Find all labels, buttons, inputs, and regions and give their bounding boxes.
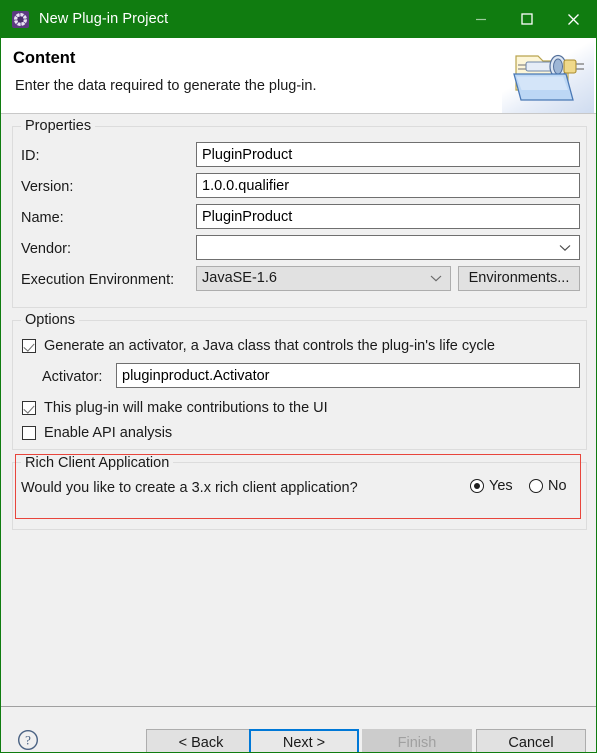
rich-client-group <box>12 462 587 530</box>
rich-client-no-radio-row[interactable]: No <box>529 478 567 494</box>
version-input[interactable] <box>196 173 580 198</box>
wizard-header: Content Enter the data required to gener… <box>1 38 596 114</box>
rich-client-yes-radio-row[interactable]: Yes <box>470 478 513 494</box>
rich-client-no-label: No <box>548 478 567 494</box>
rich-client-group-label: Rich Client Application <box>21 455 174 471</box>
eclipse-gear-icon <box>12 10 29 28</box>
api-analysis-checkbox[interactable] <box>22 426 36 440</box>
close-button[interactable] <box>550 0 596 38</box>
environments-button[interactable]: Environments... <box>458 266 580 291</box>
name-label: Name: <box>21 210 64 226</box>
vendor-combo[interactable] <box>196 235 580 260</box>
window-controls <box>458 0 596 38</box>
maximize-button[interactable] <box>504 0 550 38</box>
api-analysis-label: Enable API analysis <box>44 425 173 441</box>
ui-contributions-checkbox[interactable] <box>22 401 36 415</box>
id-label: ID: <box>21 148 40 164</box>
chevron-down-icon <box>430 267 442 290</box>
title-bar: New Plug-in Project <box>1 0 596 38</box>
execution-environment-combo[interactable]: JavaSE-1.6 <box>196 266 451 291</box>
back-button[interactable]: < Back <box>146 729 256 752</box>
vendor-input[interactable] <box>197 236 557 259</box>
ui-contributions-label: This plug-in will make contributions to … <box>44 400 328 416</box>
name-input[interactable] <box>196 204 580 229</box>
ui-contributions-checkbox-row[interactable]: This plug-in will make contributions to … <box>22 400 328 416</box>
page-title: Content <box>13 49 76 67</box>
rich-client-yes-label: Yes <box>489 478 513 494</box>
execution-environment-label: Execution Environment: <box>21 272 175 288</box>
chevron-down-icon <box>559 239 571 257</box>
vendor-label: Vendor: <box>21 241 71 257</box>
window-title: New Plug-in Project <box>39 11 169 27</box>
minimize-button[interactable] <box>458 0 504 38</box>
api-analysis-checkbox-row[interactable]: Enable API analysis <box>22 425 172 441</box>
rich-client-no-radio[interactable] <box>529 479 543 493</box>
execution-environment-value: JavaSE-1.6 <box>202 270 277 286</box>
activator-label: Activator: <box>42 369 103 385</box>
rich-client-question: Would you like to create a 3.x rich clie… <box>21 480 358 496</box>
generate-activator-label: Generate an activator, a Java class that… <box>44 338 495 354</box>
generate-activator-checkbox[interactable] <box>22 339 36 353</box>
version-label: Version: <box>21 179 74 195</box>
new-plugin-project-dialog: New Plug-in Project Content Enter the da… <box>0 0 597 753</box>
rich-client-yes-radio[interactable] <box>470 479 484 493</box>
wizard-page-body: Properties ID: Version: Name: Vendor: Ex… <box>1 114 596 706</box>
dialog-footer: ? < Back Next > Finish Cancel <box>1 706 596 752</box>
id-input[interactable] <box>196 142 580 167</box>
activator-input[interactable] <box>116 363 580 388</box>
help-question-icon[interactable]: ? <box>17 729 39 752</box>
page-subtitle: Enter the data required to generate the … <box>15 78 317 94</box>
finish-button: Finish <box>362 729 472 752</box>
next-button[interactable]: Next > <box>249 729 359 752</box>
options-group-label: Options <box>21 312 79 328</box>
generate-activator-checkbox-row[interactable]: Generate an activator, a Java class that… <box>22 338 495 354</box>
cancel-button[interactable]: Cancel <box>476 729 586 752</box>
properties-group-label: Properties <box>21 118 96 134</box>
svg-text:?: ? <box>25 733 31 748</box>
plugin-folder-icon <box>502 38 594 113</box>
